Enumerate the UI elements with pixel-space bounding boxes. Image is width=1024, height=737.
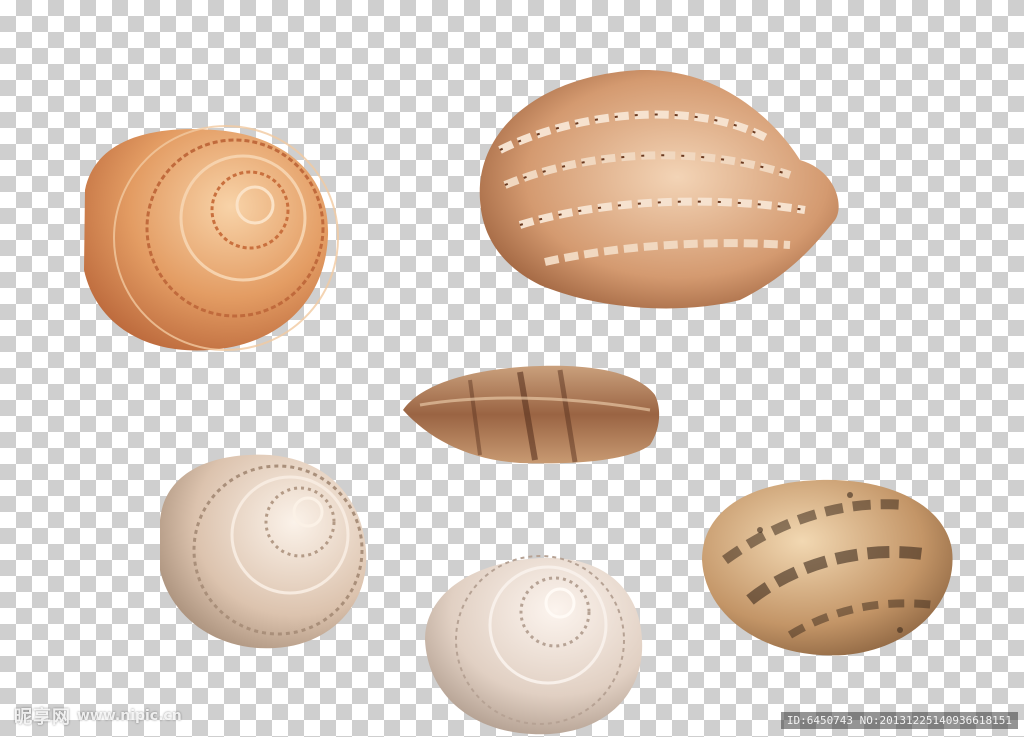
olive-shell [403,365,660,464]
white-top-shell [425,555,643,735]
pearly-top-shell [160,454,367,649]
watermark-left: 昵享网 www.nipic.cn [14,703,182,729]
sundial-shell [84,125,339,351]
watermark-url: www.nipic.cn [77,708,182,724]
watermark-id: ID:6450743 NO:20131225140936618151 [780,712,1018,729]
shells-scene [84,69,953,735]
harp-shell [479,69,839,309]
spotted-cowrie-shell [702,479,953,656]
watermark-brand: 昵享网 [14,707,71,728]
